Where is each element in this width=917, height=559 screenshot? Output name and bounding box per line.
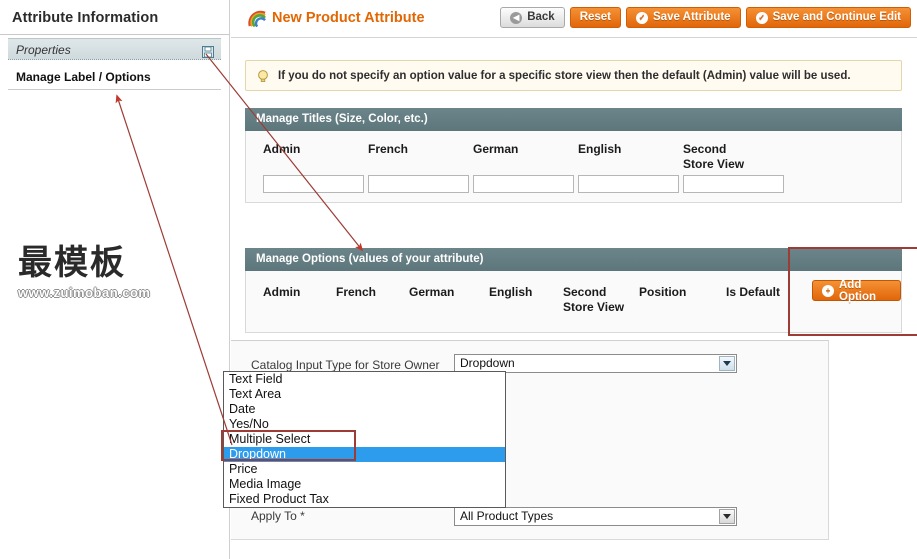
dropdown-option-multiple-select[interactable]: Multiple Select — [224, 432, 505, 447]
option-column-french: French — [336, 285, 377, 299]
manage-titles-body: Admin French German English Second Store… — [245, 131, 902, 203]
lightbulb-icon — [256, 69, 270, 83]
sidebar-divider — [0, 34, 230, 35]
page-title: New Product Attribute — [272, 10, 425, 26]
dropdown-option-text-area[interactable]: Text Area — [224, 387, 505, 402]
catalog-input-type-dropdown-list[interactable]: Text Field Text Area Date Yes/No Multipl… — [223, 371, 506, 508]
sidebar-item-manage-label: Manage Label / Options — [16, 70, 151, 84]
title-input-english[interactable] — [578, 175, 679, 193]
dropdown-option-date[interactable]: Date — [224, 402, 505, 417]
save-disk-icon — [202, 43, 214, 58]
add-option-button[interactable]: + Add Option — [812, 278, 901, 303]
check-icon: ✓ — [755, 11, 768, 24]
title-input-french[interactable] — [368, 175, 469, 193]
title-input-admin[interactable] — [263, 175, 364, 193]
page-toolbar: New Product Attribute ◀ Back Reset ✓ Sav… — [231, 0, 917, 38]
option-column-second-store-view: Second Store View — [563, 285, 625, 314]
column-header-german: German — [473, 142, 519, 156]
column-header-second-store-view: Second Store View — [683, 142, 745, 171]
option-column-position: Position — [639, 285, 687, 299]
dropdown-option-yes-no[interactable]: Yes/No — [224, 417, 505, 432]
back-button[interactable]: ◀ Back — [500, 7, 565, 28]
manage-options-panel: Manage Options (values of your attribute… — [245, 247, 917, 336]
dropdown-option-fixed-product-tax[interactable]: Fixed Product Tax — [224, 492, 505, 507]
option-column-english: English — [489, 285, 533, 299]
plus-circle-icon: + — [822, 284, 834, 297]
add-option-label: Add Option — [839, 278, 877, 303]
column-header-admin: Admin — [263, 142, 301, 156]
save-and-continue-label: Save and Continue Edit — [772, 11, 901, 23]
dropdown-option-dropdown[interactable]: Dropdown — [224, 447, 505, 462]
screenshot-root: Attribute Information Properties Manage … — [0, 0, 917, 559]
column-header-french: French — [368, 142, 409, 156]
sidebar-item-manage-label-options[interactable]: Manage Label / Options — [8, 67, 221, 90]
option-column-german: German — [409, 285, 455, 299]
rainbow-icon — [248, 10, 267, 28]
attribute-information-sidebar: Attribute Information Properties Manage … — [0, 0, 230, 559]
back-arrow-icon: ◀ — [510, 11, 523, 24]
main-content: New Product Attribute ◀ Back Reset ✓ Sav… — [223, 0, 917, 559]
manage-options-heading: Manage Options (values of your attribute… — [245, 248, 902, 271]
reset-button[interactable]: Reset — [569, 7, 622, 28]
apply-to-select[interactable]: All Product Types — [454, 507, 737, 526]
dropdown-option-text-field[interactable]: Text Field — [224, 372, 505, 387]
sidebar-title: Attribute Information — [12, 10, 159, 26]
toolbar-buttons: ◀ Back Reset ✓ Save Attribute ✓ Save and… — [500, 7, 911, 28]
manage-options-body: Admin French German English Second Store… — [245, 271, 902, 333]
catalog-input-type-value: Dropdown — [460, 356, 515, 370]
chevron-down-icon[interactable] — [719, 509, 735, 524]
title-input-second-store-view[interactable] — [683, 175, 784, 193]
sidebar-item-properties[interactable]: Properties — [8, 38, 221, 60]
sidebar-body — [0, 91, 229, 559]
manage-titles-heading: Manage Titles (Size, Color, etc.) — [245, 108, 902, 131]
field-label-apply-to: Apply To * — [251, 509, 305, 523]
dropdown-option-price[interactable]: Price — [224, 462, 505, 477]
option-column-is-default: Is Default — [726, 285, 781, 299]
info-notice-text: If you do not specify an option value fo… — [278, 69, 851, 82]
chevron-down-icon[interactable] — [719, 356, 735, 371]
dropdown-option-media-image[interactable]: Media Image — [224, 477, 505, 492]
option-column-admin: Admin — [263, 285, 301, 299]
info-notice: If you do not specify an option value fo… — [245, 60, 902, 91]
reset-button-label: Reset — [579, 11, 612, 23]
column-header-english: English — [578, 142, 622, 156]
title-input-german[interactable] — [473, 175, 574, 193]
manage-titles-panel: Manage Titles (Size, Color, etc.) Admin … — [245, 108, 902, 203]
save-and-continue-edit-button[interactable]: ✓ Save and Continue Edit — [745, 7, 911, 28]
save-attribute-label: Save Attribute — [653, 11, 731, 23]
apply-to-value: All Product Types — [460, 509, 554, 523]
check-icon: ✓ — [636, 11, 649, 24]
save-attribute-button[interactable]: ✓ Save Attribute — [626, 7, 741, 28]
back-button-label: Back — [527, 11, 555, 23]
sidebar-item-properties-label: Properties — [16, 43, 71, 57]
